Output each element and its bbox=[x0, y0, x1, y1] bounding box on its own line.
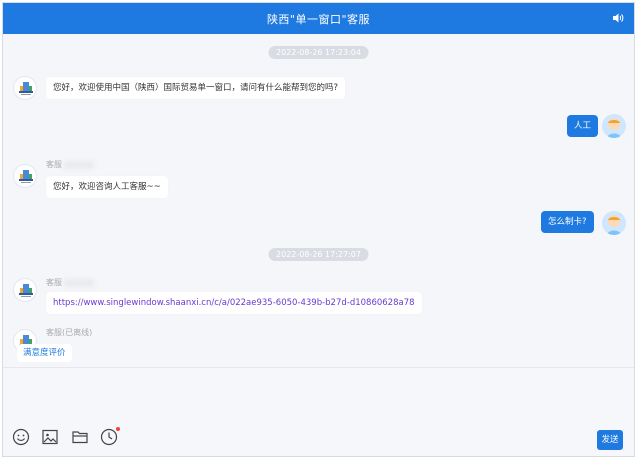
window-title: 陕西"单一窗口"客服 bbox=[266, 13, 371, 26]
sender-name: 客服 bbox=[46, 277, 94, 288]
chat-window: 陕西"单一窗口"客服 2022-08-26 17:23:04 您好，欢迎使用中国… bbox=[2, 2, 635, 457]
agent-message: 您好，欢迎咨询人工客服~~ bbox=[46, 176, 168, 198]
notification-dot bbox=[116, 427, 120, 431]
image-icon[interactable] bbox=[41, 428, 59, 446]
user-avatar-icon bbox=[602, 114, 626, 138]
agent-logo-icon bbox=[19, 82, 33, 95]
speaker-icon[interactable] bbox=[612, 12, 624, 24]
timestamp: 2022-08-26 17:27:07 bbox=[268, 248, 369, 261]
agent-logo-icon bbox=[19, 170, 33, 183]
sender-name: 客服 bbox=[46, 159, 94, 170]
agent-logo-icon bbox=[19, 284, 33, 297]
user-avatar-icon bbox=[602, 211, 626, 235]
header-bar: 陕西"单一窗口"客服 bbox=[3, 3, 634, 34]
message-input-area[interactable]: 发送 bbox=[3, 367, 634, 456]
emoji-icon[interactable] bbox=[12, 428, 30, 446]
agent-message: 您好，欢迎使用中国（陕西）国际贸易单一窗口，请问有什么能帮到您的吗? bbox=[46, 77, 346, 99]
send-button[interactable]: 发送 bbox=[597, 430, 623, 450]
ticket-link[interactable]: https://www.singlewindow.shaanxi.cn/c/a/… bbox=[53, 298, 415, 308]
agent-avatar bbox=[13, 76, 37, 100]
sender-name: 客服(已离线) bbox=[46, 328, 93, 337]
clock-icon[interactable] bbox=[100, 428, 118, 446]
agent-link-message: https://www.singlewindow.shaanxi.cn/c/a/… bbox=[46, 292, 422, 314]
user-message: 怎么制卡? bbox=[541, 211, 594, 233]
user-message: 人工 bbox=[567, 115, 599, 137]
user-avatar bbox=[602, 211, 626, 235]
folder-icon[interactable] bbox=[71, 428, 89, 446]
timestamp: 2022-08-26 17:23:04 bbox=[268, 46, 369, 59]
user-avatar bbox=[602, 114, 626, 138]
agent-avatar bbox=[13, 164, 37, 188]
agent-avatar bbox=[13, 278, 37, 302]
message-list[interactable]: 2022-08-26 17:23:04 您好，欢迎使用中国（陕西）国际贸易单一窗… bbox=[3, 34, 634, 367]
satisfaction-rating-button[interactable]: 满意度评价 bbox=[17, 344, 72, 362]
